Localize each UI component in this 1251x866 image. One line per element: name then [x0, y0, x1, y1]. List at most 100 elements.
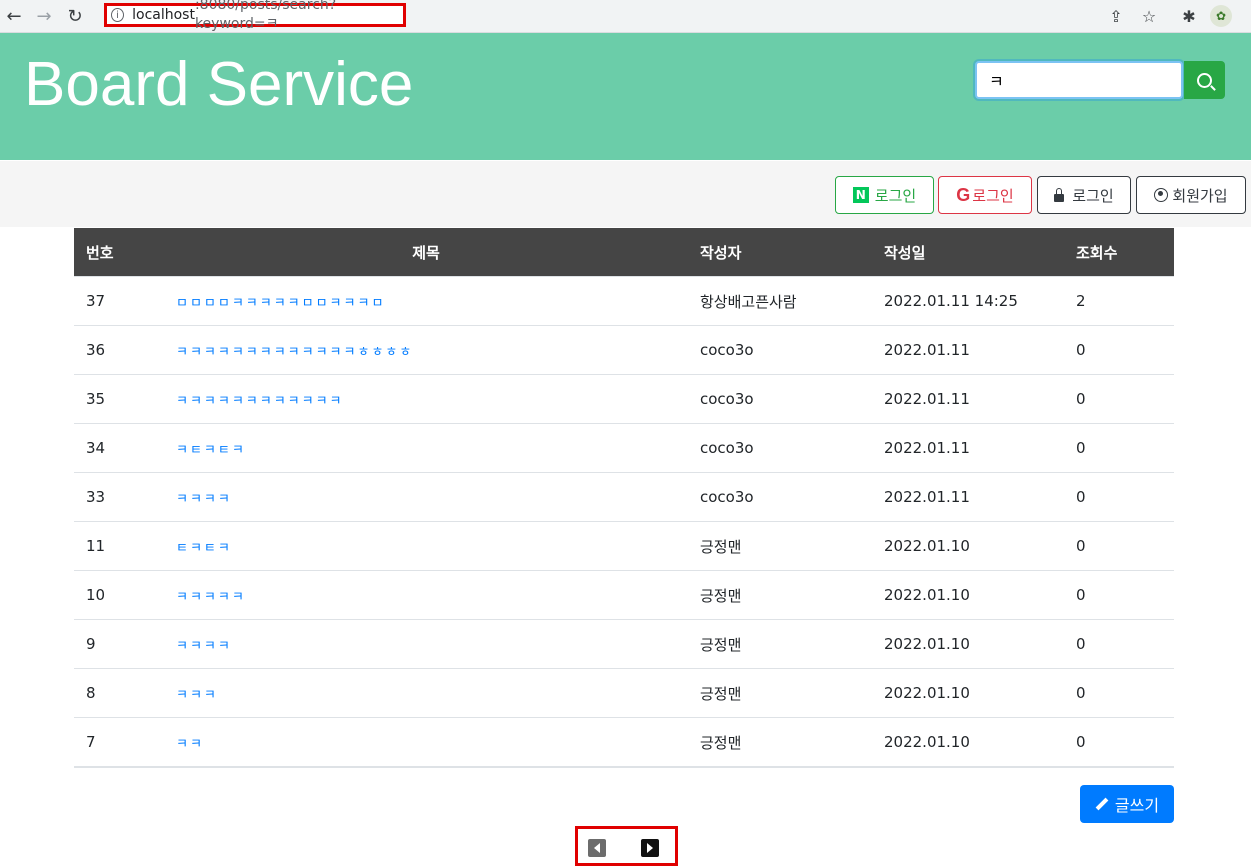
post-date-cell: 2022.01.11 [872, 325, 1064, 375]
table-row: 35 ㅋㅋㅋㅋㅋㅋㅋㅋㅋㅋㅋㅋ coco3o 2022.01.11 0 [74, 374, 1174, 424]
post-views: 0 [1076, 586, 1086, 604]
local-login-button[interactable]: 로그인 [1037, 176, 1131, 214]
post-author: coco3o [700, 439, 754, 457]
col-header-number: 번호 [74, 228, 164, 277]
post-number: 37 [86, 292, 106, 310]
post-views: 0 [1076, 684, 1086, 702]
write-post-label: 글쓰기 [1114, 796, 1160, 815]
write-post-button[interactable]: 글쓰기 [1080, 785, 1174, 823]
post-date: 2022.01.11 [884, 439, 970, 457]
reload-icon[interactable]: ↻ [63, 4, 87, 28]
table-header-row: 번호 제목 작성자 작성일 조회수 [74, 228, 1174, 277]
post-number-cell: 34 [74, 423, 164, 473]
site-info-icon[interactable]: i [111, 8, 125, 22]
post-number-cell: 35 [74, 374, 164, 424]
post-title-link-cell: ㅋㅋㅋ [164, 668, 688, 718]
post-author-cell: coco3o [688, 325, 872, 375]
post-views: 0 [1076, 733, 1086, 751]
post-date: 2022.01.11 [884, 341, 970, 359]
post-author-cell: 긍정맨 [688, 570, 872, 620]
post-number-cell: 36 [74, 325, 164, 375]
signup-button[interactable]: 회원가입 [1136, 176, 1246, 214]
bookmark-star-icon[interactable]: ☆ [1137, 4, 1161, 28]
post-title-link[interactable]: ㅋㅋㅋㅋ [176, 492, 232, 507]
post-title-link-cell: ㅋㅋㅋㅋㅋㅋㅋㅋㅋㅋㅋㅋ [164, 374, 688, 424]
auth-bar: N 로그인 G 로그인 로그인 회원가입 [0, 161, 1251, 227]
post-title-link[interactable]: ㅌㅋㅌㅋ [176, 541, 232, 556]
post-date-cell: 2022.01.10 [872, 521, 1064, 571]
table-row: 34 ㅋㅌㅋㅌㅋ coco3o 2022.01.11 0 [74, 423, 1174, 473]
post-title-link-cell: ㅋㅋㅋㅋㅋㅋㅋㅋㅋㅋㅋㅋㅋㅎㅎㅎㅎ [164, 325, 688, 375]
post-number: 11 [86, 537, 106, 555]
post-views: 0 [1076, 341, 1086, 359]
post-date-cell: 2022.01.11 [872, 374, 1064, 424]
post-author: 긍정맨 [700, 635, 742, 654]
post-number: 34 [86, 439, 106, 457]
post-title-link-cell: ㅌㅋㅌㅋ [164, 521, 688, 571]
post-date-cell: 2022.01.11 [872, 423, 1064, 473]
posts-table: 번호 제목 작성자 작성일 조회수 37 ㅁㅁㅁㅁㅋㅋㅋㅋㅋㅁㅁㅋㅋㅋㅁ 항상배고픈… [74, 228, 1174, 768]
extensions-puzzle-icon[interactable]: ✱ [1177, 4, 1201, 28]
table-row: 37 ㅁㅁㅁㅁㅋㅋㅋㅋㅋㅁㅁㅋㅋㅋㅁ 항상배고픈사람 2022.01.11 14:25… [74, 276, 1174, 326]
post-views-cell: 2 [1064, 276, 1174, 326]
signup-label: 회원가입 [1172, 186, 1228, 205]
naver-login-button[interactable]: N 로그인 [835, 176, 934, 214]
post-date: 2022.01.10 [884, 635, 970, 653]
post-author-cell: 항상배고픈사람 [688, 276, 872, 326]
col-header-author: 작성자 [688, 228, 872, 277]
back-arrow-icon[interactable]: ← [2, 4, 26, 28]
share-icon[interactable]: ⇪ [1104, 4, 1128, 28]
address-bar[interactable]: i localhost:8080/posts/search?keyword=ㅋ [104, 0, 406, 32]
post-views: 2 [1076, 292, 1086, 310]
post-number-cell: 8 [74, 668, 164, 718]
post-number-cell: 7 [74, 717, 164, 768]
post-title-link[interactable]: ㅋㅋㅋ [176, 688, 218, 703]
post-title-link[interactable]: ㅋㅋㅋㅋㅋㅋㅋㅋㅋㅋㅋㅋ [176, 394, 344, 409]
post-title-link[interactable]: ㅋㅋ [176, 737, 204, 752]
post-author: 긍정맨 [700, 537, 742, 556]
post-date: 2022.01.10 [884, 733, 970, 751]
post-views-cell: 0 [1064, 325, 1174, 375]
google-login-button[interactable]: G 로그인 [938, 176, 1032, 214]
post-author: coco3o [700, 341, 754, 359]
col-header-title: 제목 [164, 228, 688, 277]
post-title-link[interactable]: ㅋㅋㅋㅋㅋ [176, 590, 246, 605]
post-views: 0 [1076, 390, 1086, 408]
table-row: 8 ㅋㅋㅋ 긍정맨 2022.01.10 0 [74, 668, 1174, 718]
forward-arrow-icon[interactable]: → [32, 4, 56, 28]
post-date-cell: 2022.01.11 [872, 472, 1064, 522]
post-number: 9 [86, 635, 96, 653]
post-title-link[interactable]: ㅋㅌㅋㅌㅋ [176, 443, 246, 458]
caret-left-icon [594, 843, 600, 853]
post-title-link[interactable]: ㅁㅁㅁㅁㅋㅋㅋㅋㅋㅁㅁㅋㅋㅋㅁ [176, 296, 385, 311]
local-login-label: 로그인 [1072, 186, 1114, 205]
post-title-link[interactable]: ㅋㅋㅋㅋ [176, 639, 232, 654]
profile-avatar-icon[interactable]: ✿ [1210, 5, 1232, 27]
url-host: localhost [132, 7, 195, 23]
post-views: 0 [1076, 439, 1086, 457]
post-number-cell: 37 [74, 276, 164, 326]
post-author-cell: 긍정맨 [688, 668, 872, 718]
prev-page-button[interactable] [588, 839, 606, 857]
post-date: 2022.01.10 [884, 684, 970, 702]
post-title-link-cell: ㅋㅋㅋㅋ [164, 472, 688, 522]
post-title-link[interactable]: ㅋㅋㅋㅋㅋㅋㅋㅋㅋㅋㅋㅋㅋㅎㅎㅎㅎ [176, 345, 413, 360]
post-date-cell: 2022.01.10 [872, 619, 1064, 669]
post-number-cell: 33 [74, 472, 164, 522]
table-row: 7 ㅋㅋ 긍정맨 2022.01.10 0 [74, 717, 1174, 768]
post-title-link-cell: ㅋㅋㅋㅋㅋ [164, 570, 688, 620]
next-page-button[interactable] [641, 839, 659, 857]
search-input[interactable] [975, 61, 1183, 99]
post-author: coco3o [700, 390, 754, 408]
user-circle-icon [1154, 188, 1169, 202]
search-button[interactable] [1184, 61, 1225, 99]
post-views-cell: 0 [1064, 717, 1174, 768]
post-views-cell: 0 [1064, 570, 1174, 620]
post-author: 항상배고픈사람 [700, 292, 797, 311]
post-author-cell: 긍정맨 [688, 619, 872, 669]
brand-title[interactable]: Board Service [24, 50, 413, 119]
google-logo-icon: G [956, 184, 971, 205]
post-date-cell: 2022.01.11 14:25 [872, 276, 1064, 326]
post-number-cell: 11 [74, 521, 164, 571]
post-views-cell: 0 [1064, 423, 1174, 473]
